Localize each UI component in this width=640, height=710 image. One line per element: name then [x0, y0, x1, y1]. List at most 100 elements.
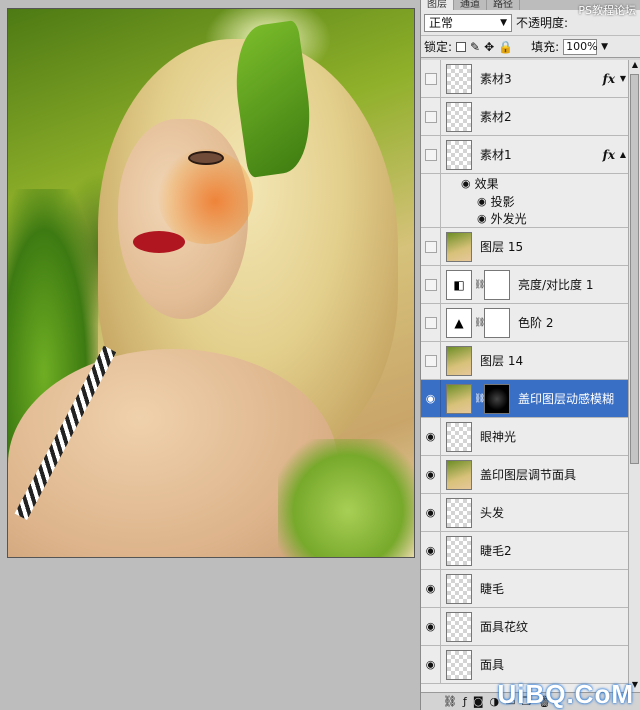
lock-all-icon[interactable]: 🔒 [498, 40, 513, 54]
visibility-toggle[interactable]: ◉ [421, 494, 441, 531]
fx-menu-icon[interactable]: ƒ [463, 695, 467, 708]
layers-panel: 图层 通道 路径 PS教程论坛 正常 ▼ 不透明度: 锁定: ✎ ✥ 🔒 填充:… [420, 0, 640, 710]
scroll-thumb[interactable] [630, 74, 639, 464]
tab-channels[interactable]: 通道 [454, 0, 487, 10]
visibility-toggle[interactable]: ◉ [421, 418, 441, 455]
layer-row[interactable]: ◉ 面具花纹 [421, 608, 629, 646]
lock-brush-icon[interactable]: ✎ [470, 40, 480, 54]
effects-header: ◉ 效果 [421, 174, 629, 192]
eye-icon: ◉ [425, 506, 436, 519]
visibility-toggle[interactable]: ◉ [421, 646, 441, 683]
link-icon[interactable]: ⛓ [474, 318, 485, 328]
tab-paths[interactable]: 路径 [487, 0, 520, 10]
layer-row-selected[interactable]: ◉ ⛓ 盖印图层动感模糊 [421, 380, 629, 418]
add-mask-icon[interactable]: ◙ [473, 695, 484, 708]
levels-icon: ▲ [446, 307, 472, 338]
visibility-toggle[interactable]: ◉ [421, 570, 441, 607]
eye-icon: ◉ [425, 392, 436, 405]
visibility-toggle[interactable] [421, 60, 441, 97]
layer-row[interactable]: ◉ 睫毛 [421, 570, 629, 608]
effect-item[interactable]: ◉ 外发光 [421, 210, 629, 228]
layer-name: 素材1 [480, 148, 512, 162]
lock-label: 锁定: [424, 40, 453, 54]
fill-dropdown-icon[interactable]: ▼ [601, 42, 608, 52]
art-foliage-bottom [278, 439, 414, 557]
effect-name: 投影 [490, 194, 515, 209]
fx-icon[interactable]: fx [603, 72, 615, 86]
layer-name: 素材3 [480, 72, 512, 86]
layer-name: 盖印图层调节面具 [480, 468, 577, 482]
eye-icon: ◉ [425, 582, 436, 595]
eye-hidden-icon [424, 354, 437, 367]
fx-icon[interactable]: fx [603, 148, 615, 162]
layer-thumbnail [446, 383, 472, 414]
visibility-toggle[interactable]: ◉ [421, 532, 441, 569]
effect-name: 外发光 [490, 212, 527, 226]
link-icon[interactable]: ⛓ [474, 280, 485, 290]
eye-icon: ◉ [425, 468, 436, 481]
eye-icon: ◉ [425, 658, 436, 671]
lock-move-icon[interactable]: ✥ [484, 40, 494, 54]
layer-name: 面具花纹 [480, 620, 529, 634]
layer-row[interactable]: 图层 14 [421, 342, 629, 380]
visibility-toggle[interactable] [421, 136, 441, 173]
eye-icon: ◉ [425, 544, 436, 557]
visibility-toggle[interactable] [421, 228, 441, 265]
layer-thumbnail [446, 345, 472, 376]
visibility-toggle[interactable]: ◉ [421, 456, 441, 493]
eye-icon[interactable]: ◉ [461, 177, 471, 190]
artwork-image[interactable] [7, 8, 415, 558]
collapse-caret-icon[interactable]: ▲ [620, 150, 626, 159]
layer-row[interactable]: ◉ 盖印图层调节面具 [421, 456, 629, 494]
layer-row[interactable]: 素材3 fx ▼ [421, 60, 629, 98]
layer-row[interactable]: ◉ 眼神光 [421, 418, 629, 456]
visibility-toggle[interactable] [421, 266, 441, 303]
layer-name: 睫毛2 [480, 544, 512, 558]
layer-thumbnail [446, 63, 472, 94]
layer-row[interactable]: 素材1 fx ▲ [421, 136, 629, 174]
visibility-toggle[interactable] [421, 342, 441, 379]
layer-row[interactable]: ▲ ⛓ 色阶 2 [421, 304, 629, 342]
eye-hidden-icon [424, 240, 437, 253]
art-lips [133, 231, 185, 253]
eye-icon[interactable]: ◉ [477, 195, 487, 208]
layer-thumbnail [446, 139, 472, 170]
visibility-toggle[interactable] [421, 98, 441, 135]
layer-name: 素材2 [480, 110, 512, 124]
visibility-toggle[interactable] [421, 304, 441, 341]
layer-row[interactable]: ◉ 头发 [421, 494, 629, 532]
art-eye [188, 151, 224, 165]
lock-transparent-icon[interactable] [456, 41, 467, 52]
layer-thumbnail [446, 497, 472, 528]
layer-name: 睫毛 [480, 582, 505, 596]
layer-name: 眼神光 [480, 430, 517, 444]
effect-item[interactable]: ◉ 投影 [421, 192, 629, 210]
tab-layers[interactable]: 图层 [421, 0, 454, 10]
mask-thumbnail [484, 383, 510, 414]
visibility-toggle[interactable]: ◉ [421, 608, 441, 645]
layer-name: 头发 [480, 506, 505, 520]
layer-row[interactable]: 图层 15 [421, 228, 629, 266]
layer-row[interactable]: 素材2 [421, 98, 629, 136]
layer-thumbnail [446, 611, 472, 642]
layer-thumbnail [446, 649, 472, 680]
layer-name: 图层 14 [480, 354, 524, 368]
expand-caret-icon[interactable]: ▼ [620, 74, 626, 83]
layer-row[interactable]: ◉ 睫毛2 [421, 532, 629, 570]
layer-thumbnail [446, 459, 472, 490]
layer-thumbnail [446, 573, 472, 604]
scroll-up-icon[interactable]: ▲ [629, 60, 640, 72]
link-layers-icon[interactable]: ⛓ [443, 695, 457, 708]
fill-input[interactable]: 100% [563, 38, 598, 55]
layer-row[interactable]: ◧ ⛓ 亮度/对比度 1 [421, 266, 629, 304]
opacity-label: 不透明度: [516, 16, 569, 30]
layer-name: 面具 [480, 658, 505, 672]
visibility-toggle[interactable]: ◉ [421, 380, 441, 417]
effects-label: 效果 [474, 176, 499, 191]
lock-row: 锁定: ✎ ✥ 🔒 填充: 100% ▼ [421, 36, 640, 58]
blend-mode-select[interactable]: 正常 ▼ [424, 13, 512, 32]
eye-hidden-icon [424, 110, 437, 123]
eye-icon[interactable]: ◉ [477, 212, 487, 225]
layers-scrollbar[interactable]: ▲ ▼ [628, 60, 640, 692]
link-icon[interactable]: ⛓ [474, 394, 485, 404]
